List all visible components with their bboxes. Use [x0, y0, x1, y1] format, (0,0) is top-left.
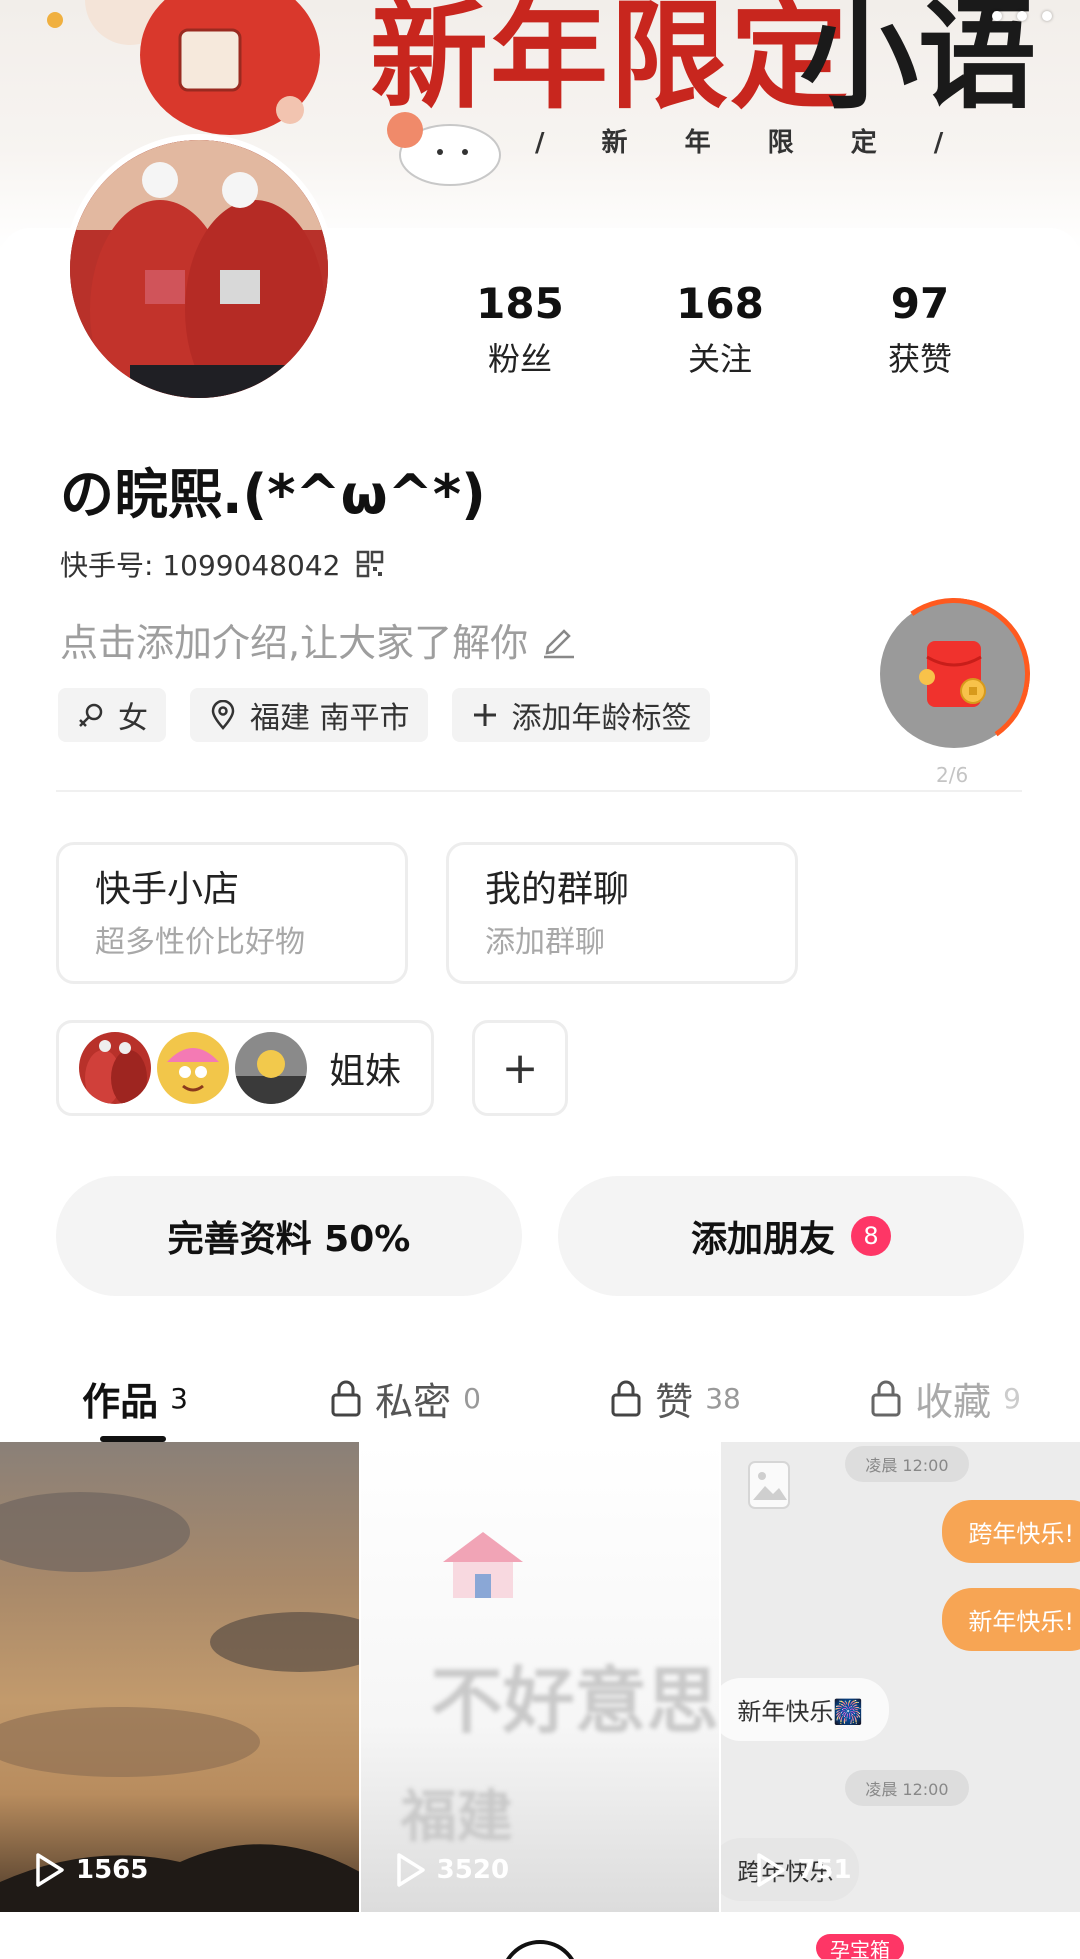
tag-location-label: 福建 南平市	[250, 701, 410, 736]
entry-subtitle: 超多性价比好物	[95, 925, 305, 960]
tab-count: 0	[463, 1381, 481, 1415]
blurred-text-line: 福建	[400, 1785, 513, 1850]
uid-text: 快手号: 1099048042	[60, 549, 341, 582]
stat-label: 获赞	[887, 340, 952, 378]
group-member-avatar	[79, 1032, 151, 1104]
play-count-value: 3520	[436, 1855, 510, 1885]
stat-likes[interactable]: 97 获赞	[820, 278, 1020, 382]
complete-profile-button[interactable]: 完善资料 50%	[56, 1176, 522, 1296]
sunset-sky-thumbnail	[0, 1492, 359, 1912]
tab-label: 作品	[82, 1379, 159, 1424]
stat-label: 关注	[687, 340, 752, 378]
entry-cards: 快手小店 超多性价比好物 我的群聊 添加群聊	[56, 842, 798, 984]
tab-favorites[interactable]: 收藏 9	[810, 1354, 1080, 1442]
profile-tags: 女 福建 南平市 添加年龄标签	[58, 688, 710, 742]
tab-label: 私密	[375, 1379, 452, 1424]
tab-label: 收藏	[915, 1379, 992, 1424]
banner-subtitle: / 新 年 限 定 /	[535, 128, 968, 158]
content-tabs: 作品 3 私密 0 赞 38 收藏 9	[0, 1354, 1080, 1442]
intro-placeholder: 点击添加介绍,让大家了解你	[60, 621, 529, 665]
play-icon	[757, 1853, 786, 1887]
play-count: 751	[755, 1852, 852, 1888]
tab-liked[interactable]: 赞 38	[540, 1354, 810, 1442]
plus-icon	[473, 704, 496, 726]
tag-add-age-label: 添加年龄标签	[511, 701, 692, 736]
friend-group-name: 姐妹	[329, 1051, 402, 1092]
tag-gender-label: 女	[118, 701, 148, 736]
stat-label: 粉丝	[487, 340, 552, 378]
bottom-promo-tag[interactable]: 孕宝箱	[816, 1934, 904, 1959]
play-icon	[36, 1853, 64, 1887]
play-count-value: 1565	[76, 1855, 149, 1885]
chat-timestamp: 凌晨 12:00	[845, 1446, 969, 1482]
entry-card-group-chat[interactable]: 我的群聊 添加群聊	[446, 842, 798, 984]
qrcode-icon[interactable]	[356, 550, 384, 578]
divider	[56, 790, 1022, 792]
entry-title: 快手小店	[95, 869, 240, 910]
play-count: 3520	[395, 1852, 509, 1888]
intro-row[interactable]: 点击添加介绍,让大家了解你	[60, 612, 578, 667]
blurred-text-line: 不好意思	[430, 1659, 719, 1743]
chat-bubble-received: 新年快乐🎆	[721, 1678, 890, 1741]
uid-row[interactable]: 快手号: 1099048042	[60, 544, 384, 584]
play-count: 1565	[34, 1852, 148, 1888]
video-tile[interactable]: 1565	[0, 1442, 359, 1912]
complete-profile-label: 完善资料 50%	[167, 1219, 411, 1260]
tab-count: 3	[170, 1381, 188, 1415]
friend-group-pill[interactable]: 姐妹	[56, 1020, 434, 1116]
redpack-progress-text: 2/6	[936, 763, 969, 787]
video-tile[interactable]: 不好意思 福建 3520	[360, 1442, 720, 1912]
tag-add-age[interactable]: 添加年龄标签	[451, 688, 710, 742]
house-sticker	[442, 1532, 523, 1598]
stat-value: 97	[890, 279, 950, 328]
friend-group-row: 姐妹 +	[56, 1020, 568, 1116]
chat-bubble-sent: 新年快乐!	[942, 1588, 1080, 1651]
stat-following[interactable]: 168 关注	[620, 278, 820, 382]
more-dots-icon[interactable]	[992, 6, 1052, 26]
video-grid: 1565 不好意思 福建 3520 凌晨 12:00 跨年快乐! 新年快乐! 新…	[0, 1442, 1080, 1912]
add-friends-label: 添加朋友	[690, 1219, 835, 1260]
lock-icon	[331, 1380, 361, 1417]
avatar-photo	[70, 140, 328, 398]
image-placeholder-icon	[748, 1461, 791, 1509]
red-envelope-widget[interactable]	[865, 585, 1043, 763]
location-pin-icon	[211, 700, 235, 730]
stat-followers[interactable]: 185 粉丝	[420, 278, 620, 382]
group-member-avatar	[235, 1032, 307, 1104]
entry-title: 我的群聊	[485, 869, 630, 910]
tab-count: 9	[1003, 1381, 1021, 1415]
group-member-avatar	[157, 1032, 229, 1104]
bottom-bar: 孕宝箱	[0, 1912, 1080, 1959]
stat-value: 168	[676, 279, 764, 328]
tab-works[interactable]: 作品 3	[0, 1354, 270, 1442]
shoot-button[interactable]	[500, 1940, 580, 1959]
entry-subtitle: 添加群聊	[485, 925, 605, 960]
tag-location[interactable]: 福建 南平市	[190, 688, 428, 742]
profile-stats: 185 粉丝 168 关注 97 获赞	[420, 278, 1020, 382]
tab-count: 38	[705, 1381, 741, 1415]
notification-badge: 8	[851, 1216, 891, 1256]
entry-card-shop[interactable]: 快手小店 超多性价比好物	[56, 842, 408, 984]
chat-bubble-sent: 跨年快乐!	[942, 1500, 1080, 1563]
lock-icon	[611, 1380, 641, 1417]
play-icon	[396, 1853, 425, 1887]
pencil-icon	[544, 628, 575, 658]
tab-private[interactable]: 私密 0	[270, 1354, 540, 1442]
tab-label: 赞	[655, 1379, 694, 1424]
female-icon	[79, 703, 103, 727]
play-count-value: 751	[797, 1855, 852, 1885]
lock-icon	[871, 1380, 901, 1417]
add-friends-button[interactable]: 添加朋友 8	[558, 1176, 1024, 1296]
stat-value: 185	[476, 279, 564, 328]
add-group-button[interactable]: +	[472, 1020, 568, 1116]
video-tile[interactable]: 凌晨 12:00 跨年快乐! 新年快乐! 新年快乐🎆 凌晨 12:00 跨年快乐…	[721, 1442, 1080, 1912]
chat-timestamp: 凌晨 12:00	[845, 1770, 969, 1806]
action-row: 完善资料 50% 添加朋友 8	[56, 1176, 1024, 1296]
tag-gender[interactable]: 女	[58, 688, 166, 742]
cinnamoroll-sticker	[387, 112, 501, 186]
avatar[interactable]	[64, 134, 334, 404]
nickname: の睆熙.(*^ω^*)	[60, 463, 486, 526]
